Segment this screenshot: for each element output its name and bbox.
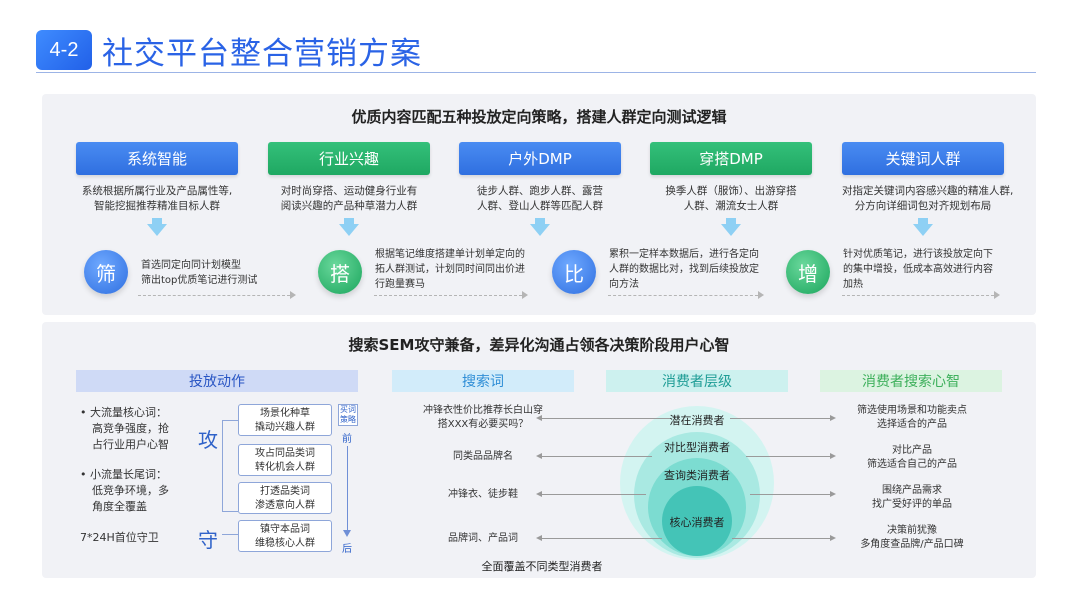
attack-bracket — [222, 420, 238, 512]
dashed-arrow — [374, 295, 522, 296]
action-category-words: 打透品类词 渗透意向人群 — [238, 482, 332, 514]
action-scene-seeding: 场景化种草 撬动兴趣人群 — [238, 404, 332, 436]
down-arrow-icon — [721, 224, 741, 236]
strategy-card-industry: 行业兴趣 对时尚穿搭、运动健身行业有 阅读兴趣的产品种草潜力人群 — [268, 142, 430, 214]
timeline-arrow-icon — [343, 530, 351, 537]
dashed-arrow-head — [758, 291, 764, 299]
layer-label-core: 核心消费者 — [669, 516, 725, 529]
timeline-after: 后 — [342, 544, 352, 555]
connector-line — [746, 456, 830, 457]
layer-label-query: 查询类消费者 — [664, 469, 730, 482]
down-arrow-icon — [913, 224, 933, 236]
down-arrow-icon — [530, 224, 550, 236]
step-text-boost: 针对优质笔记，进行该投放定向下 的集中增投，低成本高效进行内容 加热 — [843, 249, 993, 290]
mindset-core: 决策前犹豫 多角度查品牌/产品口碑 — [860, 525, 964, 550]
mindset-potential: 筛选使用场景和功能卖点 选择适合的产品 — [857, 405, 967, 430]
step-text-build: 根据笔记维度搭建单计划单定向的 拓人群测试，计划同时间同出价进 行跑量赛马 — [375, 249, 525, 290]
step-circle-compare: 比 — [552, 250, 596, 294]
arrow-left-icon — [536, 453, 542, 459]
layer-label-potential: 潜在消费者 — [669, 414, 725, 427]
strategy-card-keyword: 关键词人群 对指定关键词内容感兴趣的精准人群, 分方向详细词包对齐规划布局 — [842, 142, 1014, 214]
strategy-label: 穿搭DMP — [650, 142, 812, 175]
strategy-label: 户外DMP — [459, 142, 621, 175]
timeline-line — [347, 446, 348, 532]
dashed-arrow-head — [522, 291, 528, 299]
connector-line — [730, 418, 830, 419]
strategy-card-system: 系统智能 系统根据所属行业及产品属性等, 智能挖掘推荐精准目标人群 — [76, 142, 238, 214]
section2-heading: 搜索SEM攻守兼备，差异化沟通占领各决策阶段用户心智 — [348, 336, 730, 354]
defend-bracket — [222, 534, 238, 535]
dashed-arrow — [842, 295, 994, 296]
connector-line — [542, 418, 670, 419]
keyword-competitor: 同类品品牌名 — [453, 451, 513, 462]
strategy-desc: 系统根据所属行业及产品属性等, 智能挖掘推荐精准目标人群 — [81, 185, 233, 212]
action-brand-words: 镇守本品词 维稳核心人群 — [238, 520, 332, 552]
timeline-before: 前 — [342, 434, 352, 445]
strategy-desc: 对时尚穿搭、运动健身行业有 阅读兴趣的产品种草潜力人群 — [280, 185, 418, 212]
strategy-label: 行业兴趣 — [268, 142, 430, 175]
dashed-arrow — [608, 295, 758, 296]
mindset-compare: 对比产品 筛选适合自己的产品 — [867, 445, 957, 470]
pill-layers: 消费者层级 — [606, 370, 788, 392]
coverage-footer: 全面覆盖不同类型消费者 — [481, 560, 603, 573]
dashed-arrow-head — [994, 291, 1000, 299]
defend-label: 守 — [198, 528, 218, 552]
dashed-arrow — [138, 295, 290, 296]
step-circle-build: 搭 — [318, 250, 362, 294]
pill-mindset: 消费者搜索心智 — [820, 370, 1002, 392]
title-divider — [36, 72, 1036, 73]
timeline-tag: 买词 策略 — [338, 404, 358, 426]
connector-line — [732, 538, 830, 539]
connector-line — [542, 494, 646, 495]
section1-heading: 优质内容匹配五种投放定向策略，搭建人群定向测试逻辑 — [351, 108, 727, 126]
strategy-label: 关键词人群 — [842, 142, 1004, 175]
pill-action: 投放动作 — [76, 370, 358, 392]
step-text-compare: 累积一定样本数据后，进行各定向 人群的数据比对，找到后续投放定 向方法 — [609, 249, 759, 290]
arrow-left-icon — [536, 415, 542, 421]
down-arrow-icon — [147, 224, 167, 236]
section-number-badge: 4-2 — [36, 30, 92, 70]
down-arrow-icon — [339, 224, 359, 236]
targeting-strategy-panel: 优质内容匹配五种投放定向策略，搭建人群定向测试逻辑 系统智能 系统根据所属行业及… — [42, 94, 1036, 315]
bullet-longtail-words: • 小流量长尾词： 低竞争环境，多 角度全覆盖 — [80, 468, 169, 513]
step-circle-filter: 筛 — [84, 250, 128, 294]
layer-label-compare: 对比型消费者 — [664, 441, 730, 454]
action-competitor-words: 攻占同品类词 转化机会人群 — [238, 444, 332, 476]
strategy-desc: 对指定关键词内容感兴趣的精准人群, 分方向详细词包对齐规划布局 — [842, 185, 1014, 212]
keyword-brand: 品牌词、产品词 — [448, 533, 518, 544]
strategy-desc: 换季人群（服饰）、出游穿搭 人群、潮流女士人群 — [665, 185, 797, 212]
keyword-category: 冲锋衣、徒步鞋 — [448, 489, 518, 500]
attack-label: 攻 — [198, 428, 218, 452]
strategy-card-outdoor: 户外DMP 徒步人群、跑步人群、露营 人群、登山人群等匹配人群 — [459, 142, 621, 214]
connector-line — [542, 538, 662, 539]
mindset-query: 围绕产品需求 找广受好评的单品 — [872, 485, 952, 510]
step-text-filter: 首选同定向同计划模型 筛出top优质笔记进行测试 — [141, 260, 258, 286]
arrow-left-icon — [536, 535, 542, 541]
arrow-left-icon — [536, 491, 542, 497]
guard-note: 7*24H首位守卫 — [80, 531, 159, 544]
connector-line — [542, 456, 652, 457]
dashed-arrow-head — [290, 291, 296, 299]
strategy-desc: 徒步人群、跑步人群、露营 人群、登山人群等匹配人群 — [477, 185, 603, 212]
strategy-card-outfit: 穿搭DMP 换季人群（服饰）、出游穿搭 人群、潮流女士人群 — [650, 142, 812, 214]
strategy-label: 系统智能 — [76, 142, 238, 175]
step-circle-boost: 增 — [786, 250, 830, 294]
page-title: 社交平台整合营销方案 — [102, 36, 422, 72]
pill-keywords: 搜索词 — [392, 370, 574, 392]
sem-strategy-panel: 搜索SEM攻守兼备，差异化沟通占领各决策阶段用户心智 投放动作 搜索词 消费者层… — [42, 322, 1036, 578]
bullet-core-words: • 大流量核心词： 高竞争强度，抢 占行业用户心智 — [80, 406, 169, 451]
connector-line — [750, 494, 830, 495]
